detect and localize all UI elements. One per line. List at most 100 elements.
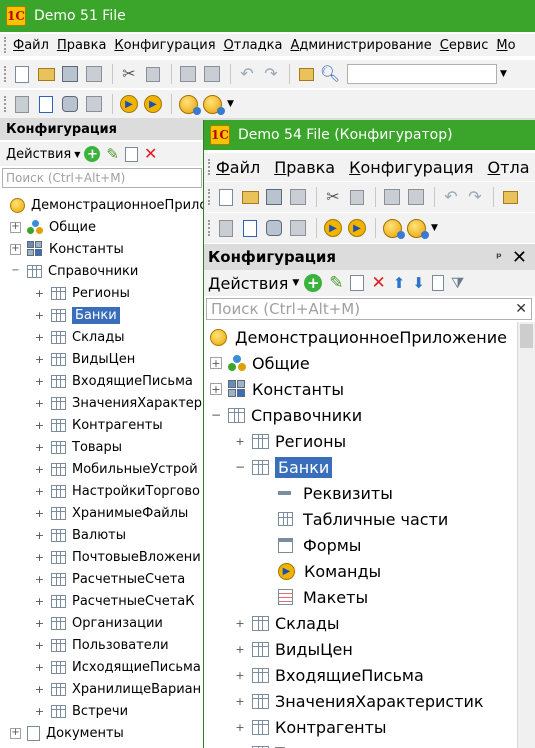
tree-node-forms[interactable]: Формы [278, 532, 361, 558]
expand-icon[interactable]: + [34, 639, 45, 651]
expand-icon[interactable]: + [10, 727, 21, 739]
tree-node-catalog[interactable]: + Контрагенты [34, 414, 163, 436]
tree-node-catalog[interactable]: + ВходящиеПисьма [34, 370, 193, 392]
expand-icon[interactable]: + [34, 485, 45, 497]
tree-node-catalog[interactable]: + ВидыЦен [34, 348, 135, 370]
save-all-icon[interactable] [287, 186, 309, 208]
toolbar-dropdown-icon[interactable]: ▼ [227, 99, 234, 109]
compare-icon[interactable] [239, 217, 261, 239]
front-search-box[interactable]: ✕ [206, 298, 532, 320]
cut-icon[interactable]: ✂ [118, 63, 140, 85]
tree-node-catalog[interactable]: + ЗначенияХарактеристик [234, 688, 484, 714]
config-tree-icon[interactable] [11, 93, 33, 115]
cut-icon[interactable]: ✂ [322, 186, 344, 208]
menu-file[interactable]: Файл [216, 158, 260, 177]
menu-debug[interactable]: Отладка [224, 38, 283, 53]
tree-node-catalog[interactable]: + НастройкиТоргово [34, 480, 200, 502]
debug-item-2-icon[interactable] [405, 217, 429, 239]
expand-icon[interactable]: + [210, 357, 222, 369]
tree-node-catalog[interactable]: + Склады [34, 326, 124, 348]
tree-node-catalog[interactable]: + Валюты [34, 524, 126, 546]
menu-configuration[interactable]: Конфигурация [114, 38, 215, 53]
actions-dropdown-icon[interactable]: ▼ [292, 278, 299, 288]
find-in-folder-icon[interactable] [499, 186, 521, 208]
expand-icon[interactable]: + [10, 221, 21, 233]
run-debug-icon[interactable]: ▶ [322, 217, 344, 239]
print-preview-icon[interactable] [405, 186, 427, 208]
expand-icon[interactable]: + [34, 507, 45, 519]
run-icon[interactable]: ▶ [142, 93, 164, 115]
expand-icon[interactable]: + [34, 419, 45, 431]
tree-node-catalog[interactable]: + Товары [34, 436, 122, 458]
front-actions-menu[interactable]: Действия [208, 274, 288, 293]
delete-icon[interactable]: ✕ [371, 274, 385, 292]
expand-icon[interactable]: + [234, 721, 246, 733]
expand-icon[interactable]: + [34, 375, 45, 387]
debug-item-icon[interactable] [381, 217, 405, 239]
tree-node-attributes[interactable]: Реквизиты [278, 480, 393, 506]
sort-icon[interactable] [431, 275, 444, 291]
tree-node-catalog[interactable]: + Банки [34, 304, 120, 326]
delete-icon[interactable]: ✕ [144, 146, 157, 162]
config-tree-icon[interactable] [215, 217, 237, 239]
database-icon[interactable] [263, 217, 285, 239]
tree-node-documents[interactable]: + Документы [10, 722, 124, 744]
tree-node-common[interactable]: + Общие [10, 216, 96, 238]
back-actions-menu[interactable]: Действия [6, 147, 71, 162]
find-in-folder-icon[interactable] [295, 63, 317, 85]
tree-node-catalog[interactable]: +Т [234, 740, 285, 748]
add-icon[interactable]: + [84, 146, 101, 162]
expand-icon[interactable]: + [234, 435, 246, 447]
move-down-icon[interactable]: ⬇ [412, 275, 425, 291]
tree-node-catalog[interactable]: + ВходящиеПисьма [234, 662, 424, 688]
menu-debug[interactable]: Отла [488, 158, 530, 177]
tree-node-catalogs[interactable]: − Справочники [210, 402, 362, 428]
expand-icon[interactable]: + [34, 353, 45, 365]
expand-icon[interactable]: + [34, 705, 45, 717]
copy-icon[interactable] [346, 186, 368, 208]
debug-item-icon[interactable] [177, 93, 201, 115]
tree-node-catalogs[interactable]: − Справочники [10, 260, 138, 282]
tree-root[interactable]: ДемонстрационноеПриложение [210, 324, 507, 350]
compare-icon[interactable] [35, 93, 57, 115]
window-icon[interactable] [287, 217, 309, 239]
expand-icon[interactable]: + [34, 661, 45, 673]
tree-root[interactable]: ДемонстрационноеПрило [10, 194, 207, 216]
menu-edit[interactable]: Правка [57, 38, 106, 53]
back-search-box[interactable] [2, 168, 202, 188]
menu-administration[interactable]: Администрирование [290, 38, 431, 53]
expand-icon[interactable]: + [34, 617, 45, 629]
tree-node-common[interactable]: + Общие [210, 350, 310, 376]
tree-node-catalog[interactable]: + РасчетныеСчета [34, 568, 185, 590]
expand-icon[interactable]: + [234, 669, 246, 681]
edit-icon[interactable]: ✎ [106, 146, 119, 162]
tree-node-catalog[interactable]: + ВидыЦен [234, 636, 353, 662]
expand-icon[interactable]: + [34, 463, 45, 475]
front-titlebar[interactable]: 1С Demo 54 File (Конфигуратор) [204, 120, 535, 150]
filter-icon[interactable]: ⧩ [451, 274, 464, 292]
tree-node-catalog[interactable]: + ЗначенияХарактер [34, 392, 202, 414]
expand-icon[interactable]: + [34, 529, 45, 541]
expand-icon[interactable]: + [34, 397, 45, 409]
tree-node-catalog[interactable]: + Встречи [34, 700, 128, 722]
debug-item-2-icon[interactable] [201, 93, 225, 115]
tree-node-catalog[interactable]: + Пользователи [34, 634, 169, 656]
save-all-icon[interactable] [83, 63, 105, 85]
save-icon[interactable] [263, 186, 285, 208]
expand-icon[interactable]: + [234, 695, 246, 707]
copy-icon[interactable] [142, 63, 164, 85]
open-icon[interactable] [239, 186, 261, 208]
tree-node-tabular-sections[interactable]: Табличные части [278, 506, 448, 532]
tree-node-catalog[interactable]: + ИсходящиеПисьма [34, 656, 201, 678]
menu-more[interactable]: Мо [496, 38, 515, 53]
find-combobox[interactable] [347, 64, 497, 84]
menu-service[interactable]: Сервис [440, 38, 489, 53]
search-clear-icon[interactable]: ✕ [515, 301, 527, 317]
tree-node-catalog[interactable]: + Склады [234, 610, 340, 636]
print-icon[interactable] [177, 63, 199, 85]
expand-icon[interactable]: + [34, 331, 45, 343]
back-search-input[interactable] [6, 171, 201, 185]
tree-node-banks[interactable]: − Банки [234, 454, 333, 480]
tree-node-regions[interactable]: + Регионы [234, 428, 346, 454]
window-icon[interactable] [83, 93, 105, 115]
